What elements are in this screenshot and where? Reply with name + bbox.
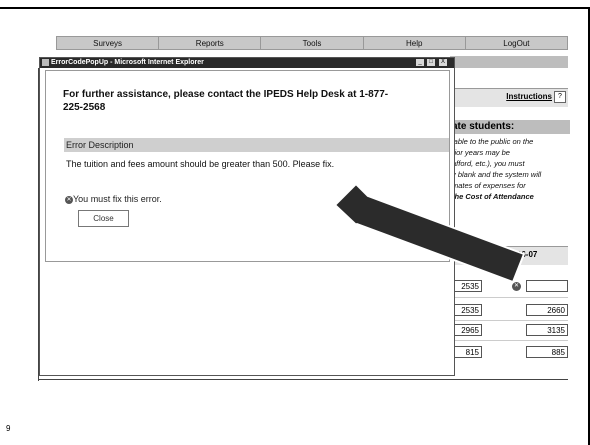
error-icon: ✕	[512, 282, 521, 291]
instructions-link[interactable]: Instructions	[506, 92, 552, 101]
error-popup-window: ErrorCodePopUp - Microsoft Internet Expl…	[39, 57, 455, 376]
popup-title: ErrorCodePopUp - Microsoft Internet Expl…	[51, 59, 204, 66]
error-icon: ✕	[65, 195, 73, 204]
close-button[interactable]: Close	[78, 210, 129, 227]
ie-window-icon	[42, 59, 49, 66]
nav-tools[interactable]: Tools	[260, 36, 363, 50]
maximize-button[interactable]: □	[427, 59, 435, 66]
body-line: afford, etc.), you must	[452, 159, 525, 168]
app-header-bar	[450, 56, 568, 68]
error-description-header: Error Description	[64, 138, 449, 152]
row-divider	[450, 340, 568, 341]
body-line: lable to the public on the	[452, 137, 534, 146]
body-line: mates of expenses for	[452, 181, 526, 190]
current-year-input[interactable]: 885	[526, 346, 568, 358]
slide-border-top	[0, 7, 590, 9]
minimize-button[interactable]: _	[416, 59, 424, 66]
nav-logout[interactable]: LogOut	[464, 36, 569, 50]
nav-surveys[interactable]: Surveys	[56, 36, 159, 50]
body-line: y blank and the system will	[452, 170, 542, 179]
current-year-input[interactable]: 2660	[526, 304, 568, 316]
error-message: The tuition and fees amount should be gr…	[66, 159, 335, 169]
row-divider	[450, 320, 568, 321]
body-line-bold: the Cost of Attendance	[452, 192, 534, 201]
current-year-input[interactable]: 3135	[526, 324, 568, 336]
app-bottom-border	[38, 379, 568, 380]
help-icon[interactable]: ?	[554, 91, 566, 103]
close-window-button[interactable]: X	[439, 59, 447, 66]
section-heading: ate students:	[450, 120, 570, 134]
year-header: 2006-07	[508, 250, 538, 259]
row-divider	[450, 297, 568, 298]
popup-titlebar[interactable]: ErrorCodePopUp - Microsoft Internet Expl…	[40, 58, 454, 68]
assistance-text: For further assistance, please contact t…	[63, 89, 389, 113]
must-fix-text: You must fix this error.	[73, 194, 162, 204]
popup-content: For further assistance, please contact t…	[45, 70, 450, 262]
year-header-row: 2006-07	[450, 246, 568, 265]
slide-number: 9	[6, 424, 11, 433]
must-fix-notice: ✕You must fix this error.	[65, 194, 162, 204]
nav-reports[interactable]: Reports	[158, 36, 261, 50]
nav-help[interactable]: Help	[362, 36, 465, 50]
current-year-input[interactable]	[526, 280, 568, 292]
body-line: rior years may be	[452, 148, 510, 157]
section-body: lable to the public on the rior years ma…	[450, 136, 568, 202]
main-nav: Surveys Reports Tools Help LogOut	[56, 36, 569, 50]
instructions-cell: Instructions ?	[450, 88, 568, 107]
